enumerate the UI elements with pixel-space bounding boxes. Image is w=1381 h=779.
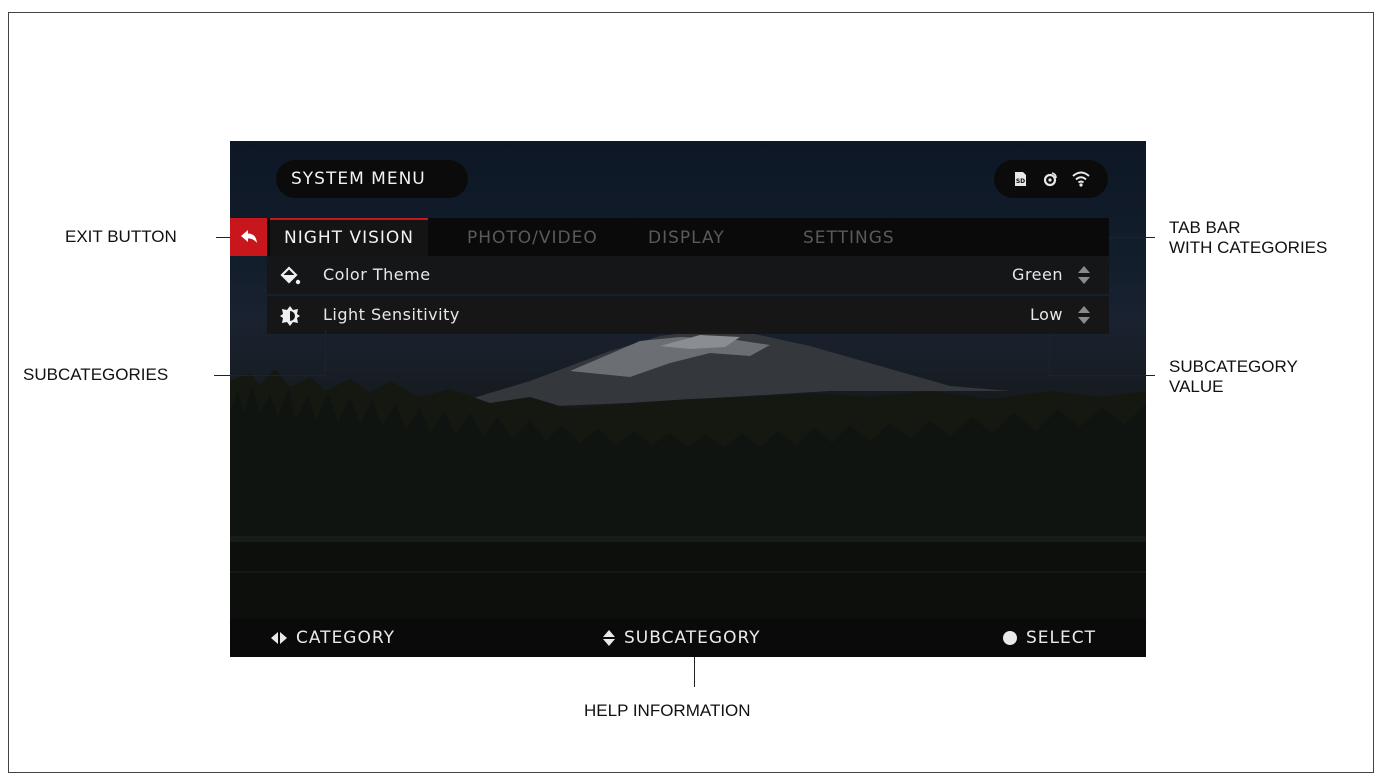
help-subcategory: SUBCATEGORY: [602, 619, 761, 657]
up-down-arrows-icon: [603, 630, 615, 646]
help-subcategory-label: SUBCATEGORY: [624, 628, 761, 648]
left-right-arrows-icon: [271, 632, 287, 644]
device-screen: SYSTEM MENU SD NIGHT VISION PHOTO/VIDEO …: [230, 141, 1146, 657]
annotation-exit-button: EXIT BUTTON: [65, 227, 177, 246]
tab-night-vision[interactable]: NIGHT VISION: [270, 218, 429, 256]
subcategory-row-color-theme[interactable]: Color Theme Green: [267, 256, 1109, 294]
up-down-arrows-icon[interactable]: [1076, 265, 1092, 285]
tab-photo-video[interactable]: PHOTO/VIDEO: [467, 218, 598, 256]
help-category: CATEGORY: [270, 619, 395, 657]
status-icons: SD: [994, 160, 1108, 198]
help-bar: CATEGORY SUBCATEGORY SELECT: [230, 619, 1146, 657]
callout-line: [325, 330, 326, 376]
system-menu-title: SYSTEM MENU: [276, 160, 468, 198]
sd-card-icon: SD: [1012, 171, 1028, 187]
annotation-help-information: HELP INFORMATION: [584, 701, 751, 720]
svg-text:SD: SD: [1016, 178, 1025, 185]
satellite-icon: [1041, 170, 1059, 188]
brightness-icon: [280, 306, 300, 326]
subcategory-row-light-sensitivity[interactable]: Light Sensitivity Low: [267, 296, 1109, 334]
annotation-subcategory-value-line1: SUBCATEGORY: [1169, 357, 1298, 376]
subcategory-label: Color Theme: [323, 265, 431, 284]
callout-line: [214, 375, 326, 376]
annotation-subcategories: SUBCATEGORIES: [23, 365, 169, 384]
annotation-tab-bar-line2: WITH CATEGORIES: [1169, 238, 1328, 257]
callout-line: [694, 657, 695, 687]
tab-bar: NIGHT VISION PHOTO/VIDEO DISPLAY SETTING…: [230, 218, 1109, 256]
callout-line: [1049, 375, 1155, 376]
subcategory-label: Light Sensitivity: [323, 305, 460, 324]
select-dot-icon: [1003, 631, 1017, 645]
help-select-label: SELECT: [1026, 628, 1096, 648]
paint-bucket-icon: [280, 266, 301, 285]
subcategory-value: Low: [1029, 305, 1063, 324]
subcategory-value: Green: [1012, 265, 1063, 284]
callout-line: [1109, 237, 1155, 238]
help-select: SELECT: [1002, 619, 1096, 657]
tab-settings[interactable]: SETTINGS: [803, 218, 895, 256]
wifi-icon: [1071, 171, 1090, 187]
callout-line: [1049, 335, 1050, 376]
help-category-label: CATEGORY: [296, 628, 395, 648]
exit-button[interactable]: [230, 218, 267, 256]
up-down-arrows-icon[interactable]: [1076, 305, 1092, 325]
callout-line: [216, 237, 230, 238]
tab-display[interactable]: DISPLAY: [648, 218, 725, 256]
annotation-tab-bar-line1: TAB BAR: [1169, 218, 1241, 237]
annotation-subcategory-value-line2: VALUE: [1169, 377, 1224, 396]
back-arrow-icon: [240, 230, 257, 243]
